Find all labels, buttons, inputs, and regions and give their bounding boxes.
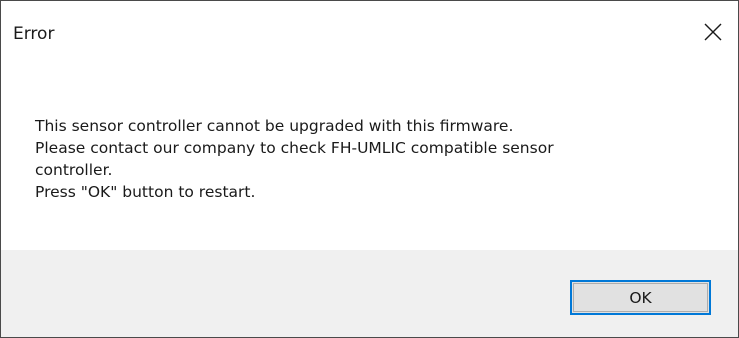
message-line: controller.	[35, 161, 113, 179]
dialog-title: Error	[13, 24, 55, 44]
message-line: Please contact our company to check FH-U…	[35, 139, 554, 157]
ok-button[interactable]: OK	[570, 280, 711, 315]
error-dialog: Error This sensor controller cannot be u…	[0, 0, 739, 338]
button-bar: OK	[1, 250, 738, 337]
close-button[interactable]	[690, 9, 736, 55]
message-line: Press "OK" button to restart.	[35, 183, 256, 201]
message-line: This sensor controller cannot be upgrade…	[35, 117, 514, 135]
title-bar: Error	[1, 1, 738, 75]
close-icon	[704, 23, 722, 41]
ok-button-label: OK	[629, 288, 652, 307]
dialog-content: This sensor controller cannot be upgrade…	[1, 75, 738, 250]
error-message: This sensor controller cannot be upgrade…	[35, 115, 554, 203]
